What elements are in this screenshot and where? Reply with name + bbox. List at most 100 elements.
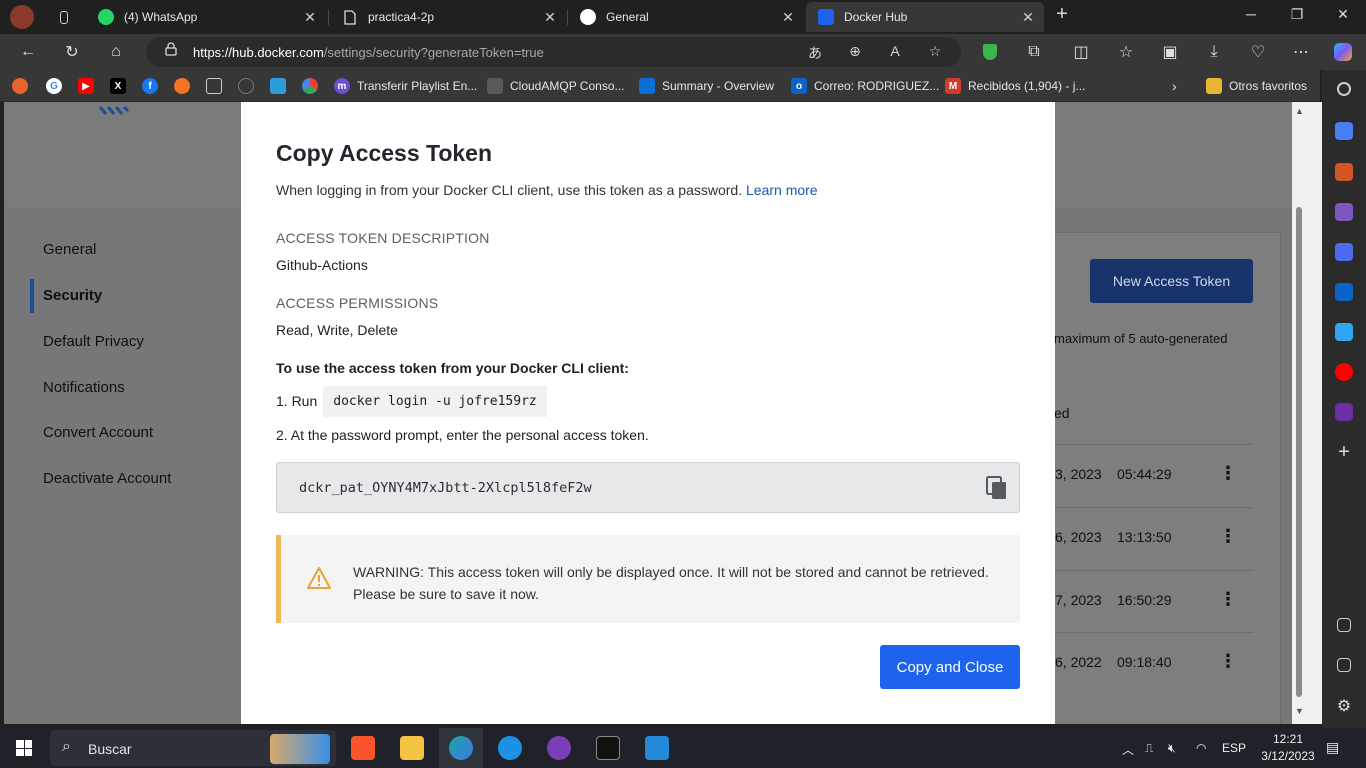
favorite-cloudamqp[interactable]: CloudAMQP Conso... <box>487 78 625 94</box>
url-text[interactable]: https://hub.docker.com/settings/security… <box>193 45 544 60</box>
kebab-menu-icon[interactable]: ⋮ <box>1219 526 1237 546</box>
sidebar-item-default-privacy[interactable]: Default Privacy <box>43 333 144 350</box>
shield-icon[interactable] <box>979 41 1001 63</box>
docker-logo[interactable] <box>98 102 134 115</box>
more-menu-icon[interactable]: ⋯ <box>1290 41 1312 63</box>
sidebar-item-notifications[interactable]: Notifications <box>43 379 125 396</box>
vscode-icon[interactable] <box>645 736 669 760</box>
page-scrollbar[interactable]: ▲ ▼ <box>1292 102 1322 724</box>
sidebar-item-convert-account[interactable]: Convert Account <box>43 424 153 441</box>
extensions-icon[interactable]: ⧉ <box>1023 41 1045 63</box>
fire-favorite-icon[interactable] <box>12 78 28 94</box>
send-icon[interactable] <box>1335 323 1353 341</box>
sidebar-item-deactivate-account[interactable]: Deactivate Account <box>43 470 171 487</box>
copy-and-close-button[interactable]: Copy and Close <box>880 645 1020 689</box>
toolbox-icon[interactable] <box>1335 163 1353 181</box>
favorite-star-icon[interactable]: ☆ <box>926 43 944 60</box>
copy-icon[interactable] <box>985 475 1009 501</box>
tab-github-general[interactable]: General ✕ <box>568 2 804 32</box>
wifi-icon[interactable]: ◠ <box>1196 741 1206 755</box>
workspaces-button[interactable] <box>48 2 78 32</box>
read-aloud-icon[interactable]: A <box>886 43 904 59</box>
tag-icon[interactable] <box>1335 122 1353 140</box>
split-screen-icon[interactable]: ◫ <box>1070 41 1092 63</box>
kebab-menu-icon[interactable]: ⋮ <box>1219 651 1237 671</box>
close-icon[interactable]: ✕ <box>780 9 796 25</box>
facebook-favorite-icon[interactable]: f <box>142 78 158 94</box>
access-token-value[interactable]: dckr_pat_OYNY4M7xJbtt-2Xlcpl5l8feF2w <box>299 480 592 496</box>
window-close-button[interactable]: ✕ <box>1333 6 1353 23</box>
windows-start-icon[interactable] <box>16 740 32 756</box>
tab-whatsapp[interactable]: (4) WhatsApp ✕ <box>86 2 326 32</box>
favorite-transferir[interactable]: m Transferir Playlist En... <box>334 78 477 94</box>
clock-time[interactable]: 12:21 <box>1266 732 1310 746</box>
x-favorite-icon[interactable]: X <box>110 78 126 94</box>
kebab-menu-icon[interactable]: ⋮ <box>1219 589 1237 609</box>
volume-icon[interactable]: 🔇︎ <box>1168 741 1176 756</box>
learn-more-link[interactable]: Learn more <box>746 182 818 198</box>
favorites-icon[interactable]: ☆ <box>1115 41 1137 63</box>
language-indicator[interactable]: ESP <box>1222 741 1246 755</box>
github-desktop-icon[interactable] <box>547 736 571 760</box>
m-app-icon[interactable] <box>1335 403 1353 421</box>
copilot-sidebar-icon[interactable] <box>1335 243 1353 261</box>
tab-practica[interactable]: practica4-2p ✕ <box>330 2 566 32</box>
globe-favorite-icon[interactable] <box>238 78 254 94</box>
copilot-icon[interactable] <box>1332 41 1354 63</box>
close-icon[interactable]: ✕ <box>542 9 558 25</box>
close-icon[interactable]: ✕ <box>302 9 318 25</box>
new-tab-button[interactable]: + <box>1052 3 1072 26</box>
notifications-icon[interactable]: ▤ <box>1326 739 1339 756</box>
youtube-favorite-icon[interactable]: ▶ <box>78 78 94 94</box>
games-icon[interactable] <box>1335 203 1353 221</box>
youtube-sidebar-icon[interactable] <box>1335 363 1353 381</box>
sidebar-item-security[interactable]: Security <box>43 287 102 304</box>
edge-icon[interactable] <box>449 736 473 760</box>
home-button[interactable]: ⌂ <box>105 41 127 63</box>
tab-docker-hub[interactable]: Docker Hub ✕ <box>806 2 1044 32</box>
collections-icon[interactable]: ▣ <box>1159 41 1181 63</box>
terminal-icon[interactable] <box>596 736 620 760</box>
taskbar-search-box[interactable]: ⌕ Buscar <box>50 730 336 766</box>
scroll-down-icon[interactable]: ▼ <box>1295 706 1304 716</box>
address-bar[interactable]: https://hub.docker.com/settings/security… <box>146 37 961 67</box>
login-command[interactable]: docker login -u jofre159rz <box>323 385 547 417</box>
back-button[interactable]: ← <box>17 41 39 63</box>
download-icon[interactable]: ⤓ <box>1203 41 1225 63</box>
performance-icon[interactable]: ♡ <box>1247 41 1269 63</box>
clock-date[interactable]: 3/12/2023 <box>1256 749 1320 763</box>
drive-favorite-icon[interactable] <box>302 78 318 94</box>
restore-button[interactable]: ❐ <box>1287 6 1307 23</box>
kebab-menu-icon[interactable]: ⋮ <box>1219 463 1237 483</box>
zoom-icon[interactable]: ⊕ <box>846 43 864 60</box>
other-favorites-folder[interactable]: Otros favoritos <box>1206 78 1307 94</box>
docker-desktop-icon[interactable] <box>498 736 522 760</box>
favorite-summary[interactable]: Summary - Overview <box>639 78 774 94</box>
sidebar-layout-icon[interactable] <box>1337 618 1351 632</box>
chevron-right-icon[interactable]: › <box>1172 78 1177 94</box>
access-token-field[interactable]: dckr_pat_OYNY4M7xJbtt-2Xlcpl5l8feF2w <box>276 462 1020 513</box>
google-favorite-icon[interactable]: G <box>46 78 62 94</box>
crunchyroll-favorite-icon[interactable] <box>174 78 190 94</box>
gear-icon[interactable]: ⚙ <box>1335 696 1353 715</box>
chevron-up-icon[interactable]: ︿ <box>1122 741 1134 758</box>
file-explorer-icon[interactable] <box>400 736 424 760</box>
outlook-sidebar-icon[interactable] <box>1335 283 1353 301</box>
scroll-up-icon[interactable]: ▲ <box>1295 106 1304 116</box>
new-access-token-button[interactable]: New Access Token <box>1090 259 1253 303</box>
translate-icon[interactable]: あ <box>806 43 824 63</box>
close-icon[interactable]: ✕ <box>1020 9 1036 25</box>
network-icon[interactable]: ⎍ <box>1145 741 1153 756</box>
minimize-button[interactable]: ─ <box>1241 6 1261 22</box>
external-link-icon[interactable] <box>1337 658 1351 672</box>
favorite-correo[interactable]: o Correo: RODRIGUEZ... <box>791 78 939 94</box>
lock-icon[interactable] <box>162 42 180 59</box>
search-icon[interactable] <box>1337 82 1351 96</box>
page-favorite-icon[interactable] <box>206 78 222 94</box>
profile-avatar[interactable] <box>8 2 44 32</box>
sidebar-item-general[interactable]: General <box>43 241 96 258</box>
cloud-favorite-icon[interactable] <box>270 78 286 94</box>
scrollbar-thumb[interactable] <box>1296 207 1302 697</box>
brave-icon[interactable] <box>351 736 375 760</box>
favorite-recibidos[interactable]: M Recibidos (1,904) - j... <box>945 78 1085 94</box>
